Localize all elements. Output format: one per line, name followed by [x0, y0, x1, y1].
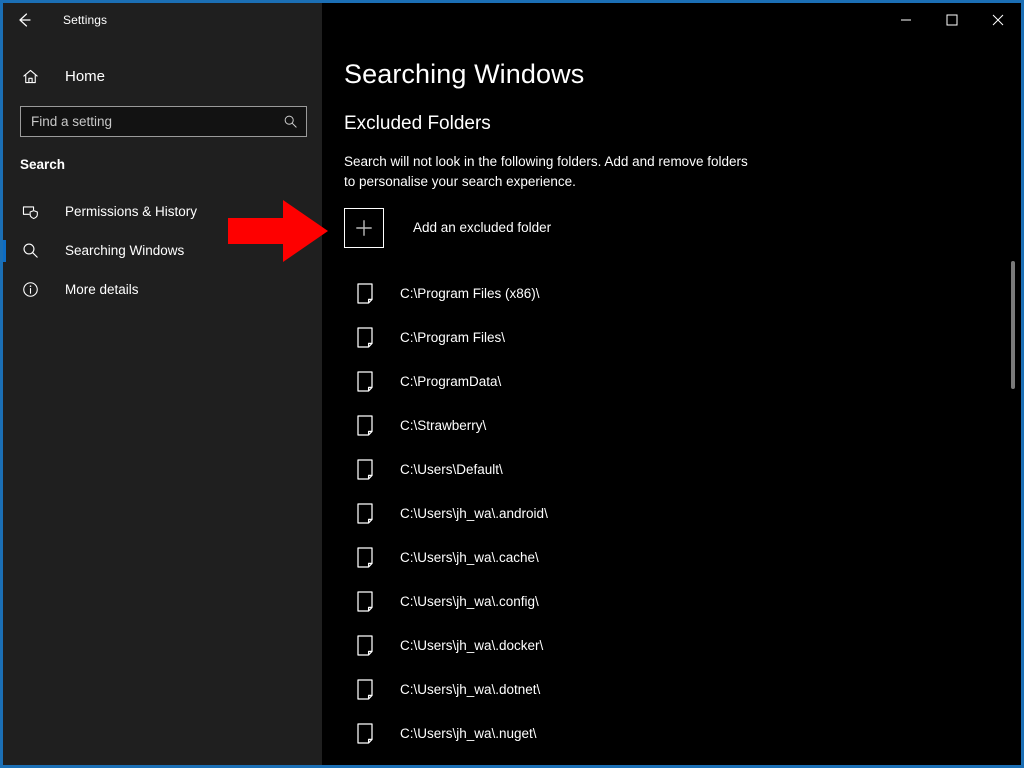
file-page-icon: [356, 503, 374, 525]
file-page-icon: [356, 635, 374, 657]
title-bar: Settings: [3, 3, 1021, 36]
sidebar-nav-list: Permissions & History Searching Windows: [3, 192, 322, 309]
maximize-icon: [946, 14, 958, 26]
sidebar-group-title: Search: [3, 157, 322, 172]
excluded-folder-path: C:\Users\jh_wa\.docker\: [400, 638, 543, 653]
file-page-icon: [356, 283, 374, 305]
excluded-folder-item[interactable]: C:\Users\jh_wa\.nuget\: [344, 712, 1021, 756]
sidebar-item-more-details-label: More details: [65, 282, 139, 297]
add-excluded-folder-button[interactable]: [344, 208, 384, 248]
excluded-folder-path: C:\Users\jh_wa\.config\: [400, 594, 539, 609]
excluded-folder-item[interactable]: C:\Strawberry\: [344, 404, 1021, 448]
excluded-folder-path: C:\Users\jh_wa\.dotnet\: [400, 682, 540, 697]
file-page-icon: [356, 723, 374, 745]
excluded-folder-path: C:\Users\jh_wa\.android\: [400, 506, 548, 521]
main-scrollbar[interactable]: [1005, 36, 1021, 765]
excluded-folder-path: C:\Users\jh_wa\.cache\: [400, 550, 539, 565]
info-circle-icon: [20, 280, 40, 300]
sidebar-item-permissions-history-label: Permissions & History: [65, 204, 197, 219]
home-icon: [20, 66, 40, 86]
window-title: Settings: [45, 13, 107, 27]
scrollbar-thumb[interactable]: [1011, 261, 1015, 389]
sidebar-item-home-label: Home: [65, 68, 105, 85]
excluded-folder-path: C:\ProgramData\: [400, 374, 501, 389]
section-title: Excluded Folders: [344, 113, 1021, 135]
permissions-shield-icon: [20, 202, 40, 222]
excluded-folder-item[interactable]: C:\Users\Default\: [344, 448, 1021, 492]
file-page-icon: [356, 415, 374, 437]
excluded-folder-path: C:\Program Files\: [400, 330, 505, 345]
main-content: Searching Windows Excluded Folders Searc…: [322, 36, 1021, 765]
file-page-icon: [356, 591, 374, 613]
excluded-folder-path: C:\Strawberry\: [400, 418, 486, 433]
page-title: Searching Windows: [344, 59, 1021, 90]
sidebar-item-more-details[interactable]: More details: [3, 270, 322, 309]
excluded-folder-list: C:\Program Files (x86)\ C:\Program Files\…: [344, 272, 1021, 756]
sidebar-item-home[interactable]: Home: [3, 60, 322, 92]
section-description: Search will not look in the following fo…: [344, 152, 759, 192]
add-excluded-folder-label: Add an excluded folder: [413, 220, 551, 235]
add-excluded-folder-row[interactable]: Add an excluded folder: [344, 208, 551, 248]
sidebar-item-searching-windows[interactable]: Searching Windows: [3, 231, 322, 270]
sidebar-item-permissions-history[interactable]: Permissions & History: [3, 192, 322, 231]
excluded-folder-item[interactable]: C:\ProgramData\: [344, 360, 1021, 404]
window-body: Home Search: [3, 36, 1021, 765]
excluded-folder-item[interactable]: C:\Program Files (x86)\: [344, 272, 1021, 316]
excluded-folder-item[interactable]: C:\Users\jh_wa\.docker\: [344, 624, 1021, 668]
window-controls: [322, 3, 1021, 36]
back-button[interactable]: [3, 3, 45, 36]
minimize-button[interactable]: [883, 3, 929, 36]
search-input[interactable]: [31, 114, 282, 129]
magnifier-icon: [20, 241, 40, 261]
file-page-icon: [356, 371, 374, 393]
sidebar-item-searching-windows-label: Searching Windows: [65, 243, 184, 258]
close-button[interactable]: [975, 3, 1021, 36]
maximize-button[interactable]: [929, 3, 975, 36]
excluded-folder-item[interactable]: C:\Users\jh_wa\.android\: [344, 492, 1021, 536]
excluded-folder-item[interactable]: C:\Users\jh_wa\.dotnet\: [344, 668, 1021, 712]
excluded-folder-item[interactable]: C:\Users\jh_wa\.config\: [344, 580, 1021, 624]
file-page-icon: [356, 327, 374, 349]
title-bar-left: Settings: [3, 3, 322, 36]
file-page-icon: [356, 547, 374, 569]
excluded-folder-item[interactable]: C:\Users\jh_wa\.cache\: [344, 536, 1021, 580]
minimize-icon: [900, 14, 912, 26]
sidebar: Home Search: [3, 36, 322, 765]
excluded-folder-path: C:\Program Files (x86)\: [400, 286, 540, 301]
file-page-icon: [356, 679, 374, 701]
search-icon: [282, 114, 298, 129]
file-page-icon: [356, 459, 374, 481]
excluded-folder-path: C:\Users\Default\: [400, 462, 503, 477]
excluded-folder-item[interactable]: C:\Program Files\: [344, 316, 1021, 360]
search-box[interactable]: [20, 106, 307, 137]
excluded-folder-path: C:\Users\jh_wa\.nuget\: [400, 726, 537, 741]
close-icon: [992, 14, 1004, 26]
plus-icon: [353, 217, 375, 239]
settings-window: Settings: [0, 0, 1024, 768]
